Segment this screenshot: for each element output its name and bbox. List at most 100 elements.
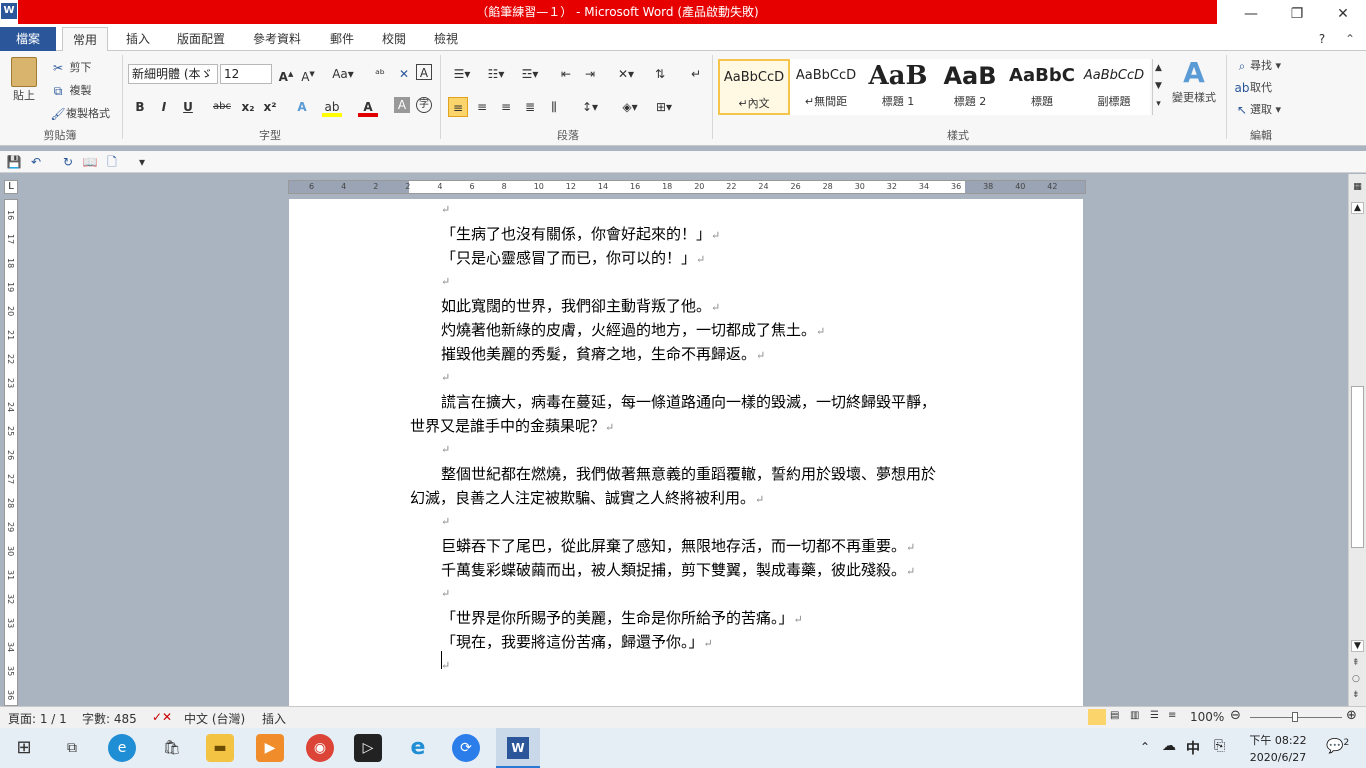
- decrease-indent-icon[interactable]: ⇤: [556, 64, 576, 84]
- task-view-icon[interactable]: ⧉: [58, 734, 86, 762]
- ie-icon[interactable]: e: [404, 734, 432, 762]
- save-icon[interactable]: 💾: [6, 154, 22, 170]
- ruler-toggle-icon[interactable]: ▦: [1351, 182, 1364, 195]
- increase-indent-icon[interactable]: ⇥: [580, 64, 600, 84]
- tab-mailings[interactable]: 郵件: [322, 27, 362, 51]
- print-layout-icon[interactable]: [1088, 709, 1106, 725]
- replace-button[interactable]: ab取代: [1234, 79, 1273, 96]
- style-title[interactable]: AaBbC 標題: [1006, 59, 1078, 115]
- insert-mode[interactable]: 插入: [262, 710, 286, 727]
- grow-font-icon[interactable]: A▲: [276, 64, 296, 84]
- document-line[interactable]: ↵: [441, 655, 450, 673]
- document-page[interactable]: ↵ 「生病了也沒有關係，你會好起來的！」↵ 「只是心靈感冒了而已，你可以的！」↵ ↵ 如…: [289, 199, 1083, 706]
- vertical-scrollbar[interactable]: ▦ ▲ ▼ ⇞ ○ ⇟: [1348, 174, 1366, 706]
- clock[interactable]: 下午 08:22 2020/6/27: [1246, 732, 1310, 764]
- font-size-combo[interactable]: 12: [220, 64, 272, 84]
- zoom-out-icon[interactable]: ⊖: [1230, 708, 1241, 723]
- document-line[interactable]: 「世界是你所賜予的美麗，生命是你所給予的苦痛。」↵: [441, 607, 803, 628]
- document-line[interactable]: 「現在，我要將這份苦痛，歸還予你。」↵: [441, 631, 713, 652]
- align-center-icon[interactable]: ≡: [472, 97, 492, 117]
- bold-icon[interactable]: B: [130, 97, 150, 117]
- borders-icon[interactable]: ⊞▾: [650, 97, 678, 117]
- language-indicator[interactable]: 中文 (台灣): [184, 710, 245, 727]
- ribbon-collapse-icon[interactable]: ⌃: [1340, 27, 1360, 51]
- tab-review[interactable]: 校閱: [374, 27, 414, 51]
- character-border-icon[interactable]: A: [416, 64, 432, 80]
- tab-file[interactable]: 檔案: [0, 27, 56, 51]
- character-shading-icon[interactable]: A: [394, 97, 410, 113]
- style-heading-2[interactable]: AaB 標題 2: [934, 59, 1006, 115]
- document-line[interactable]: ↵: [441, 511, 450, 529]
- shading-icon[interactable]: ◈▾: [616, 97, 644, 117]
- document-line[interactable]: 整個世紀都在燃燒，我們做著無意義的重蹈覆轍，誓約用於毀壞、夢想用於: [441, 463, 936, 484]
- italic-icon[interactable]: I: [154, 97, 174, 117]
- tab-layout[interactable]: 版面配置: [170, 27, 232, 51]
- font-color-icon[interactable]: A: [358, 97, 378, 117]
- chrome-icon[interactable]: ◉: [306, 734, 334, 762]
- sort-icon[interactable]: ⇅: [650, 64, 670, 84]
- store-icon[interactable]: 🛍: [158, 734, 186, 762]
- document-line[interactable]: 「只是心靈感冒了而已，你可以的！」↵: [441, 247, 705, 268]
- document-line[interactable]: 世界又是誰手中的金蘋果呢？↵: [410, 415, 614, 436]
- read-mode-icon[interactable]: 📖: [82, 154, 98, 170]
- justify-icon[interactable]: ≣: [520, 97, 540, 117]
- styles-scroll-icon[interactable]: ▲ ▼ ▾: [1152, 59, 1164, 115]
- proofing-icon[interactable]: ✓✕: [152, 710, 172, 724]
- multilevel-list-icon[interactable]: ☲▾: [516, 64, 544, 84]
- tab-references[interactable]: 參考資料: [244, 27, 310, 51]
- bullets-icon[interactable]: ☰▾: [448, 64, 476, 84]
- full-screen-read-icon[interactable]: ▤: [1110, 710, 1119, 721]
- file-explorer-icon[interactable]: ▬: [206, 734, 234, 762]
- close-button[interactable]: ✕: [1320, 0, 1366, 28]
- subscript-icon[interactable]: x₂: [238, 97, 258, 117]
- weather-cloud-icon[interactable]: ☁: [1162, 738, 1176, 754]
- messenger-icon[interactable]: ⟳: [452, 734, 480, 762]
- page-count[interactable]: 頁面: 1 / 1: [8, 710, 67, 727]
- browse-object-icon[interactable]: ○: [1352, 674, 1360, 684]
- style-no-spacing[interactable]: AaBbCcD ↵無間距: [790, 59, 862, 115]
- outline-icon[interactable]: ☰: [1150, 710, 1159, 721]
- document-line[interactable]: 千萬隻彩蝶破繭而出，被人類捉捕，剪下雙翼，製成毒藥，彼此殘殺。↵: [441, 559, 915, 580]
- word-taskbar-button[interactable]: W: [496, 728, 540, 768]
- windows-start-icon[interactable]: ⊞: [10, 734, 38, 762]
- scroll-thumb[interactable]: [1351, 386, 1364, 548]
- select-button[interactable]: ↖ 選取 ▾: [1234, 101, 1281, 118]
- undo-icon[interactable]: ↶: [28, 154, 44, 170]
- superscript-icon[interactable]: x²: [260, 97, 280, 117]
- shrink-font-icon[interactable]: A▼: [298, 64, 318, 84]
- scroll-down-icon[interactable]: ▼: [1351, 640, 1364, 652]
- zoom-in-icon[interactable]: ⊕: [1346, 708, 1357, 723]
- clear-format-icon[interactable]: ✕: [394, 64, 414, 84]
- document-line[interactable]: ↵: [441, 583, 450, 601]
- document-line[interactable]: ↵: [441, 199, 450, 217]
- restore-button[interactable]: ❐: [1274, 0, 1320, 28]
- document-line[interactable]: ↵: [441, 367, 450, 385]
- font-name-combo[interactable]: 新細明體 (本ゞ: [128, 64, 218, 84]
- document-line[interactable]: 幻滅，良善之人注定被欺騙、誠實之人終將被利用。↵: [410, 487, 764, 508]
- zoom-level[interactable]: 100%: [1190, 710, 1224, 724]
- numbering-icon[interactable]: ☷▾: [482, 64, 510, 84]
- style-subtitle[interactable]: AaBbCcD 副標題: [1078, 59, 1150, 115]
- asian-layout-icon[interactable]: ✕▾: [612, 64, 640, 84]
- tab-insert[interactable]: 插入: [118, 27, 158, 51]
- cut-button[interactable]: ✂ 剪下: [50, 59, 92, 76]
- show-marks-icon[interactable]: ↵: [686, 64, 706, 84]
- phonetic-guide-icon[interactable]: ᵃᵇ: [370, 64, 390, 84]
- style-normal[interactable]: AaBbCcD ↵內文: [718, 59, 790, 115]
- change-styles-button[interactable]: A 變更樣式: [1168, 57, 1220, 105]
- show-hidden-icons[interactable]: ⌃: [1140, 740, 1150, 754]
- find-button[interactable]: ⌕ 尋找 ▾: [1234, 57, 1281, 74]
- new-doc-icon[interactable]: 🗋: [104, 154, 120, 170]
- next-page-icon[interactable]: ⇟: [1352, 690, 1360, 700]
- video-editor-icon[interactable]: ▷: [354, 734, 382, 762]
- document-line[interactable]: 灼燒著他新綠的皮膚，火經過的地方，一切都成了焦土。↵: [441, 319, 825, 340]
- style-heading-1[interactable]: AaB 標題 1: [862, 59, 934, 115]
- prev-page-icon[interactable]: ⇞: [1352, 658, 1360, 668]
- tab-home[interactable]: 常用: [62, 27, 108, 51]
- zoom-slider-thumb[interactable]: [1292, 712, 1298, 722]
- distributed-icon[interactable]: ⫼: [544, 97, 564, 117]
- underline-icon[interactable]: U: [178, 97, 198, 117]
- word-app-icon[interactable]: W: [1, 3, 17, 19]
- help-question-icon[interactable]: ?: [1312, 27, 1332, 51]
- edge-icon[interactable]: e: [108, 734, 136, 762]
